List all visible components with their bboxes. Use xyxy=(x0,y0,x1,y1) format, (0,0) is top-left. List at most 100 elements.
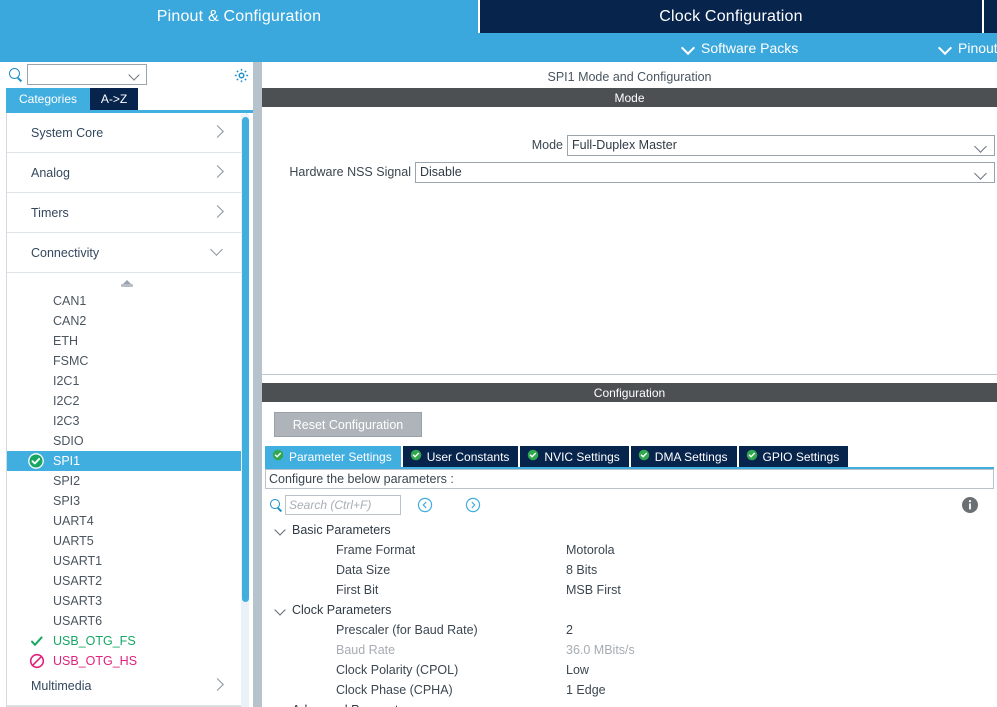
mode-select[interactable]: Full-Duplex Master xyxy=(567,134,995,156)
hardware-nss-select-value: Disable xyxy=(420,165,462,179)
tab-clock-configuration[interactable]: Clock Configuration xyxy=(480,0,982,33)
tab-categories[interactable]: Categories xyxy=(6,88,90,110)
sidebar-item-label: USART2 xyxy=(53,574,103,588)
tab-parameter-settings[interactable]: Parameter Settings xyxy=(265,446,401,467)
sidebar-item-usb_otg_fs[interactable]: USB_OTG_FS xyxy=(7,631,246,651)
param-value[interactable]: Low xyxy=(566,663,589,677)
param-row[interactable]: Frame Format Motorola xyxy=(265,540,994,560)
top-tab-bar: Pinout & Configuration Clock Configurati… xyxy=(0,0,997,62)
sidebar-item-analog[interactable]: Analog xyxy=(7,153,246,193)
check-circle-icon xyxy=(527,449,539,464)
sidebar-item-i2c1[interactable]: I2C1 xyxy=(7,371,246,391)
sidebar-scrollbar-thumb[interactable] xyxy=(242,117,249,602)
tab-dma-settings[interactable]: DMA Settings xyxy=(630,446,737,467)
param-name: Baud Rate xyxy=(336,643,396,657)
sidebar-search-input[interactable] xyxy=(27,64,147,85)
sidebar-item-label: USB_OTG_FS xyxy=(53,634,136,648)
param-group-basic-parameters[interactable]: Basic Parameters xyxy=(265,520,994,540)
tab-nvic-settings[interactable]: NVIC Settings xyxy=(520,446,629,467)
chevron-right-icon xyxy=(212,166,222,176)
sidebar-item-can1[interactable]: CAN1 xyxy=(7,291,246,311)
param-row[interactable]: Clock Phase (CPHA) 1 Edge xyxy=(265,680,994,700)
tab-label: DMA Settings xyxy=(654,449,728,464)
sidebar-item-usart3[interactable]: USART3 xyxy=(7,591,246,611)
tab-pinout-configuration-label: Pinout & Configuration xyxy=(156,7,322,25)
sidebar-item-spi2[interactable]: SPI2 xyxy=(7,471,246,491)
sidebar-item-usart6[interactable]: USART6 xyxy=(7,611,246,631)
param-value[interactable]: 8 Bits xyxy=(566,563,597,577)
sidebar-item-uart5[interactable]: UART5 xyxy=(7,531,246,551)
chevron-right-icon xyxy=(212,679,222,689)
sidebar-item-eth[interactable]: ETH xyxy=(7,331,246,351)
reset-configuration-label: Reset Configuration xyxy=(292,417,404,432)
param-value[interactable]: MSB First xyxy=(566,583,621,597)
sidebar-item-timers[interactable]: Timers xyxy=(7,193,246,233)
param-value: 36.0 MBits/s xyxy=(566,643,635,657)
tab-a-to-z-label: A->Z xyxy=(100,92,128,106)
chevron-down-icon xyxy=(276,606,285,615)
param-value[interactable]: Motorola xyxy=(566,543,615,557)
tab-clock-configuration-label: Clock Configuration xyxy=(659,7,803,25)
chevron-down-icon xyxy=(940,42,951,53)
chevron-down-icon xyxy=(683,42,694,53)
param-group-label: Clock Parameters xyxy=(292,603,392,617)
sidebar-item-i2c3[interactable]: I2C3 xyxy=(7,411,246,431)
sidebar-item-sdio[interactable]: SDIO xyxy=(7,431,246,451)
check-circle-icon xyxy=(638,449,650,464)
sidebar-item-connectivity[interactable]: Connectivity xyxy=(7,233,246,273)
param-row[interactable]: Data Size 8 Bits xyxy=(265,560,994,580)
param-row[interactable]: Clock Polarity (CPOL) Low xyxy=(265,660,994,680)
param-value[interactable]: 1 Edge xyxy=(566,683,606,697)
software-packs-label: Software Packs xyxy=(701,39,799,56)
sidebar-item-multimedia[interactable]: Multimedia xyxy=(7,666,246,706)
configuration-panel: SPI1 Mode and Configuration Mode Mode Fu… xyxy=(262,62,997,707)
search-icon xyxy=(270,499,280,509)
gear-icon[interactable] xyxy=(233,67,250,84)
param-row[interactable]: First Bit MSB First xyxy=(265,580,994,600)
sidebar-item-spi1[interactable]: SPI1 xyxy=(7,451,246,471)
tab-third-partial[interactable] xyxy=(984,0,997,33)
tab-gpio-settings[interactable]: GPIO Settings xyxy=(738,446,849,467)
sidebar-item-fsmc[interactable]: FSMC xyxy=(7,351,246,371)
sidebar-item-can2[interactable]: CAN2 xyxy=(7,311,246,331)
param-group-advanced-parameters[interactable]: Advanced Parameters xyxy=(265,700,994,707)
software-packs-menu[interactable]: Software Packs xyxy=(683,33,798,62)
sidebar: Categories A->Z System Core Analog Timer… xyxy=(0,62,253,707)
search-icon xyxy=(9,68,20,79)
reset-configuration-button[interactable]: Reset Configuration xyxy=(274,412,422,437)
configuration-section-body: Reset Configuration Parameter Settings Us… xyxy=(262,402,997,707)
scroll-up-button[interactable] xyxy=(7,273,246,291)
info-icon[interactable] xyxy=(961,496,979,514)
parameter-search-input[interactable]: Search (Ctrl+F) xyxy=(285,495,401,515)
tab-user-constants[interactable]: User Constants xyxy=(402,446,519,467)
sidebar-item-label: I2C1 xyxy=(53,374,80,388)
sidebar-item-usart1[interactable]: USART1 xyxy=(7,551,246,571)
param-value[interactable]: 2 xyxy=(566,623,573,637)
sidebar-item-uart4[interactable]: UART4 xyxy=(7,511,246,531)
chevron-right-icon xyxy=(212,206,222,216)
chevron-left-circle-icon[interactable] xyxy=(417,497,433,513)
param-group-clock-parameters[interactable]: Clock Parameters xyxy=(265,600,994,620)
sidebar-item-label: Multimedia xyxy=(31,678,92,693)
sidebar-item-spi3[interactable]: SPI3 xyxy=(7,491,246,511)
sidebar-item-usart2[interactable]: USART2 xyxy=(7,571,246,591)
tab-a-to-z[interactable]: A->Z xyxy=(90,88,138,110)
sidebar-item-system-core[interactable]: System Core xyxy=(7,113,246,153)
mode-field-row: Mode Full-Duplex Master xyxy=(262,134,997,156)
sidebar-search-row xyxy=(0,62,253,88)
sidebar-tabs: Categories A->Z xyxy=(0,88,253,113)
param-name: Frame Format xyxy=(336,543,416,557)
sidebar-item-label: SPI3 xyxy=(53,494,81,508)
page-title: SPI1 Mode and Configuration xyxy=(547,70,712,84)
sidebar-item-label: System Core xyxy=(31,125,104,140)
chevron-right-circle-icon[interactable] xyxy=(465,497,481,513)
param-group-label: Basic Parameters xyxy=(292,523,391,537)
check-circle-icon xyxy=(746,449,758,464)
panel-divider[interactable] xyxy=(253,62,262,707)
sidebar-item-i2c2[interactable]: I2C2 xyxy=(7,391,246,411)
chevron-down-icon xyxy=(212,246,222,256)
pinout-menu[interactable]: Pinout xyxy=(940,33,997,62)
hardware-nss-select[interactable]: Disable xyxy=(415,161,995,183)
param-row[interactable]: Prescaler (for Baud Rate) 2 xyxy=(265,620,994,640)
tab-pinout-configuration[interactable]: Pinout & Configuration xyxy=(0,0,478,33)
